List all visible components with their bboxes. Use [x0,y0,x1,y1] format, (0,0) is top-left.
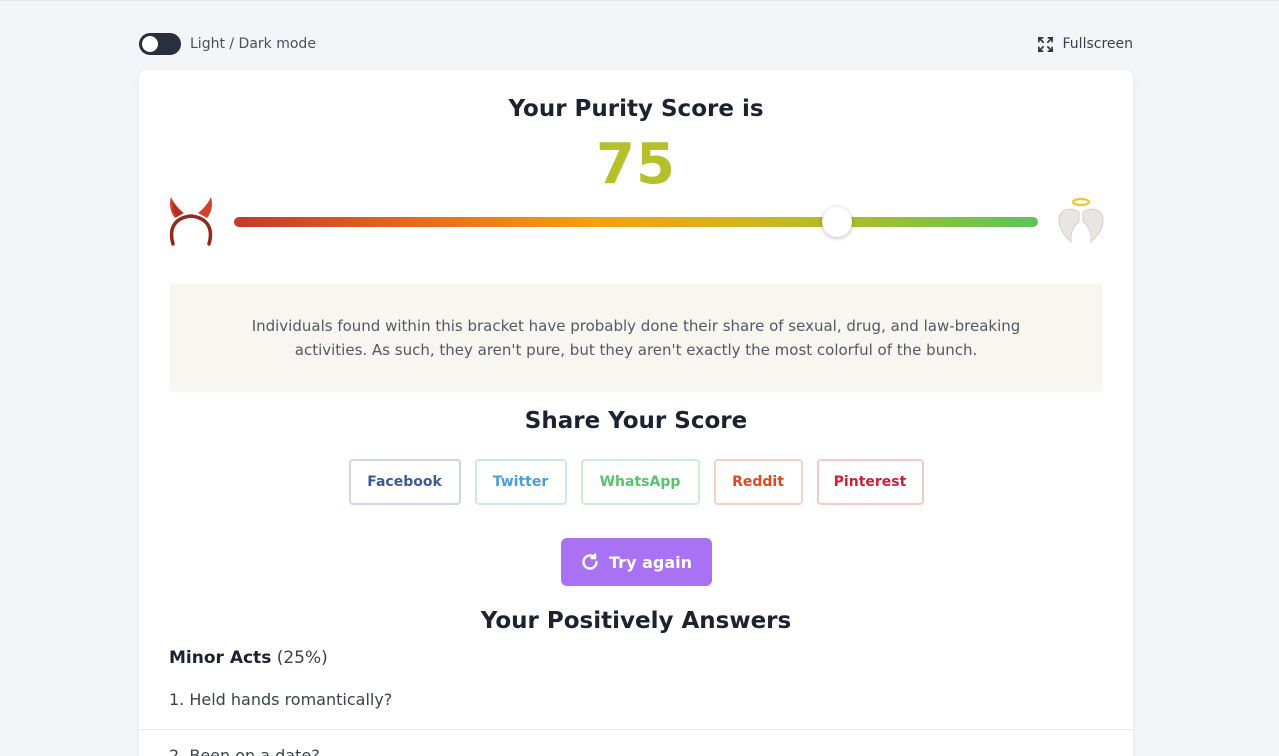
top-bar: Light / Dark mode Fullscreen [139,31,1133,57]
score-description-box: Individuals found within this bracket ha… [169,284,1103,392]
devil-horns-icon [169,197,213,246]
question-item: 1. Held hands romantically? [169,690,393,709]
try-again-label: Try again [609,552,692,572]
try-again-button[interactable]: Try again [560,538,712,586]
angel-wings-halo-icon [1058,197,1104,244]
score-title: Your Purity Score is [508,96,764,122]
category-percent: (25%) [276,648,328,668]
refresh-icon [582,553,598,570]
purity-slider-track [234,217,1038,227]
fullscreen-button[interactable]: Fullscreen [1037,36,1133,53]
share-facebook-button[interactable]: Facebook [348,459,461,505]
theme-toggle[interactable]: Light / Dark mode [139,33,316,55]
question-item: 2. Been on a date? [169,746,320,756]
toggle-knob [142,36,158,52]
result-card: Your Purity Score is 75 Individuals foun… [139,70,1133,756]
category-heading: Minor Acts (25%) [169,648,328,668]
toggle-switch[interactable] [139,33,181,55]
divider [139,729,1133,730]
score-value: 75 [596,132,676,197]
share-title: Share Your Score [524,408,748,434]
share-twitter-button[interactable]: Twitter [474,459,567,505]
expand-icon [1037,36,1053,52]
category-name: Minor Acts [169,648,272,668]
share-whatsapp-button[interactable]: WhatsApp [580,459,700,505]
score-description: Individuals found within this bracket ha… [251,317,1021,359]
try-again-wrap: Try again [139,538,1133,586]
answers-title: Your Positively Answers [480,608,792,634]
theme-toggle-label: Light / Dark mode [190,36,316,52]
fullscreen-label: Fullscreen [1062,36,1133,52]
share-buttons: Facebook Twitter WhatsApp Reddit Pintere… [139,459,1133,505]
purity-slider-thumb [822,207,852,237]
share-pinterest-button[interactable]: Pinterest [816,459,924,505]
share-reddit-button[interactable]: Reddit [713,459,803,505]
